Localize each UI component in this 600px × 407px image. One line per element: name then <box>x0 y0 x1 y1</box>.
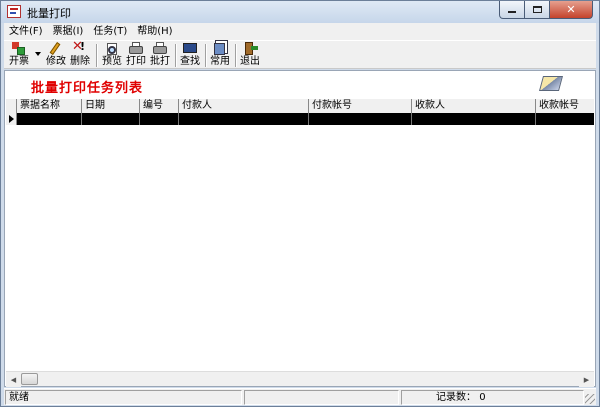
find-icon <box>182 42 198 56</box>
table-row[interactable] <box>6 113 594 125</box>
toolbar-separator <box>235 44 237 67</box>
table-cell[interactable] <box>412 113 536 125</box>
menu-task[interactable]: 任务(T) <box>88 23 132 40</box>
column-header-number[interactable]: 编号 <box>140 99 179 113</box>
record-count-label: 记录数： <box>436 392 476 403</box>
status-text: 就绪 <box>5 390 242 405</box>
delete-button[interactable]: ✕! 删除 <box>68 39 92 69</box>
toolbar: 开票 修改 ✕! 删除 预览 打印 批打 查找 常用 退出 <box>4 39 596 69</box>
record-count-value: 0 <box>479 392 486 403</box>
new-ticket-label: 开票 <box>9 56 29 67</box>
exit-icon <box>242 42 258 56</box>
print-label: 打印 <box>126 56 146 67</box>
menu-help[interactable]: 帮助(H) <box>132 23 177 40</box>
table-cell[interactable] <box>17 113 82 125</box>
horizontal-scrollbar[interactable]: ◀ ▶ <box>6 371 594 387</box>
toolbar-separator <box>96 44 98 67</box>
column-header-payee-account[interactable]: 收款帐号 <box>536 99 594 113</box>
app-icon <box>7 5 21 18</box>
main-window: 批量打印 ✕ 文件(F) 票据(I) 任务(T) 帮助(H) 开票 修改 ✕ !… <box>0 0 600 407</box>
caption-buttons: ✕ <box>499 1 593 19</box>
toolbar-separator <box>175 44 177 67</box>
batch-print-button[interactable]: 批打 <box>148 42 172 69</box>
close-icon: ✕ <box>566 3 576 16</box>
find-label: 查找 <box>180 56 200 67</box>
status-panel-empty <box>244 390 399 405</box>
edit-label: 修改 <box>46 56 66 67</box>
minimize-icon <box>508 11 516 13</box>
record-count-panel: 记录数： 0 <box>401 390 584 405</box>
title-bar[interactable]: 批量打印 ✕ <box>1 1 599 23</box>
resize-grip-icon[interactable] <box>585 394 595 404</box>
exit-label: 退出 <box>240 56 260 67</box>
table-cell[interactable] <box>536 113 594 125</box>
table-cell[interactable] <box>82 113 140 125</box>
grid-header: 票据名称 日期 编号 付款人 付款帐号 收款人 收款帐号 <box>6 99 594 113</box>
preview-label: 预览 <box>102 56 122 67</box>
column-header-date[interactable]: 日期 <box>82 99 140 113</box>
row-indicator-header <box>6 99 17 113</box>
column-header-ticket-name[interactable]: 票据名称 <box>17 99 82 113</box>
maximize-icon <box>532 6 542 13</box>
common-label: 常用 <box>210 56 230 67</box>
batch-print-label: 批打 <box>150 56 170 67</box>
scroll-left-icon[interactable]: ◀ <box>6 372 21 387</box>
batch-print-icon <box>152 42 168 56</box>
find-button[interactable]: 查找 <box>178 42 202 69</box>
current-row-icon <box>9 115 14 123</box>
status-bar: 就绪 记录数： 0 <box>4 388 596 405</box>
maximize-button[interactable] <box>525 1 550 19</box>
menu-bar: 文件(F) 票据(I) 任务(T) 帮助(H) <box>4 23 596 40</box>
minimize-button[interactable] <box>499 1 525 19</box>
common-button[interactable]: 常用 <box>208 42 232 69</box>
table-cell[interactable] <box>140 113 179 125</box>
exit-button[interactable]: 退出 <box>238 42 262 69</box>
table-cell[interactable] <box>309 113 412 125</box>
table-cell[interactable] <box>179 113 309 125</box>
list-title: 批量打印任务列表 <box>31 81 144 96</box>
close-button[interactable]: ✕ <box>550 1 593 19</box>
new-ticket-button[interactable]: 开票 <box>7 42 31 69</box>
edit-icon <box>48 42 64 56</box>
preview-button[interactable]: 预览 <box>100 42 124 69</box>
task-list-panel: 批量打印任务列表 票据名称 日期 编号 付款人 付款帐号 收款人 收款帐号 ◀ … <box>4 70 596 387</box>
column-header-payer[interactable]: 付款人 <box>179 99 309 113</box>
preview-icon <box>104 42 120 56</box>
menu-file[interactable]: 文件(F) <box>4 23 48 40</box>
delete-icon: ✕! <box>72 39 86 54</box>
scroll-right-icon[interactable]: ▶ <box>579 372 594 387</box>
print-button[interactable]: 打印 <box>124 42 148 69</box>
new-ticket-icon <box>11 42 27 56</box>
edit-button[interactable]: 修改 <box>44 42 68 69</box>
notepad-icon <box>538 76 564 91</box>
menu-ticket[interactable]: 票据(I) <box>48 23 89 40</box>
list-header: 批量打印任务列表 <box>5 71 595 98</box>
print-icon <box>128 42 144 56</box>
column-header-payer-account[interactable]: 付款帐号 <box>309 99 412 113</box>
column-header-payee[interactable]: 收款人 <box>412 99 536 113</box>
row-indicator <box>6 113 17 125</box>
common-icon <box>212 42 228 56</box>
task-grid[interactable]: 票据名称 日期 编号 付款人 付款帐号 收款人 收款帐号 <box>6 99 594 359</box>
delete-label: 删除 <box>70 56 90 67</box>
toolbar-separator <box>205 44 207 67</box>
window-title: 批量打印 <box>27 7 71 20</box>
scrollbar-thumb[interactable] <box>21 373 38 385</box>
new-ticket-dropdown-icon[interactable] <box>35 52 41 56</box>
